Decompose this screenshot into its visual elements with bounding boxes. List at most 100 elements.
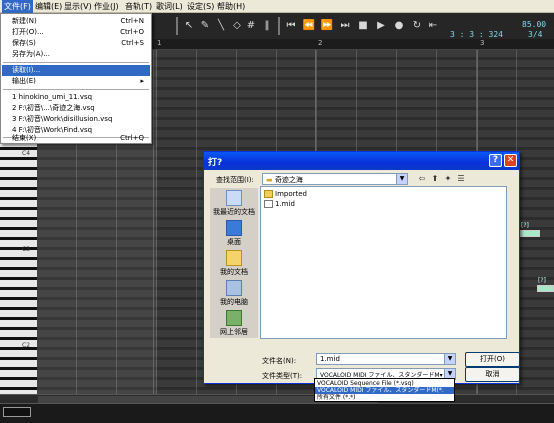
recent-file-1[interactable]: 1 hinokino_umi_11.vsq: [2, 92, 150, 103]
menu-settings[interactable]: 设定(S): [185, 0, 216, 13]
new-folder-icon[interactable]: ✦: [442, 173, 454, 184]
menu-item-exit[interactable]: 结束(X) Ctrl+Q: [2, 133, 150, 144]
menu-item-label: 2 F:\初音\...\奇迹之海.vsq: [12, 104, 95, 112]
recent-file-2[interactable]: 2 F:\初音\...\奇迹之海.vsq: [2, 103, 150, 114]
chevron-down-icon: ▼: [396, 174, 407, 184]
back-icon[interactable]: ⇦: [416, 173, 428, 184]
play-icon[interactable]: ▶: [374, 19, 388, 33]
scroll-icon[interactable]: ⇤: [426, 19, 440, 33]
chevron-down-icon: ▼: [444, 354, 455, 364]
menu-job[interactable]: 作业(J): [92, 0, 121, 13]
stop-icon[interactable]: ■: [356, 19, 370, 33]
note-block[interactable]: [520, 230, 540, 237]
menu-item-shortcut: Ctrl+S: [121, 39, 144, 47]
song-position: 3 : 3 : 324: [450, 30, 503, 39]
octave-label: C2: [22, 342, 31, 349]
menu-help[interactable]: 帮助(H): [215, 0, 247, 13]
toolbar-separator: [278, 17, 280, 35]
menu-lyrics[interactable]: 歌词(L): [154, 0, 185, 13]
menu-item-shortcut: Ctrl+O: [120, 28, 144, 36]
place-label: 桌面: [227, 238, 241, 246]
note-block[interactable]: [537, 285, 554, 292]
place-my-computer[interactable]: 我的电脑: [210, 280, 258, 307]
fast-forward-icon[interactable]: ⏩: [320, 19, 334, 33]
view-menu-icon[interactable]: ☰: [455, 173, 467, 184]
track-selector[interactable]: [3, 407, 31, 417]
menu-item-import[interactable]: 读取(I)...: [2, 65, 150, 76]
file-item[interactable]: 1.mid: [264, 200, 295, 208]
menu-item-open[interactable]: 打开(O)... Ctrl+O: [2, 27, 150, 38]
tempo-display: 85.00: [522, 20, 547, 29]
menu-item-label: 读取(I)...: [12, 66, 41, 74]
my-documents-icon: [226, 250, 242, 266]
desktop-icon: [226, 220, 242, 236]
eraser-tool-icon[interactable]: ◇: [230, 19, 244, 33]
note-lyric: [?]: [521, 222, 529, 229]
place-desktop[interactable]: 桌面: [210, 220, 258, 247]
help-button[interactable]: ?: [489, 154, 502, 167]
measure-tick: 3: [480, 39, 485, 47]
rewind-icon[interactable]: ⏪: [302, 19, 316, 33]
filetype-option[interactable]: VOCALOID Sequence File (*.vsq): [315, 380, 454, 387]
recent-documents-icon: [226, 190, 242, 206]
filetype-option[interactable]: 所有文件 (*.*): [315, 394, 454, 401]
place-my-documents[interactable]: 我的文档: [210, 250, 258, 277]
menu-item-save-as[interactable]: 另存为(A)...: [2, 49, 150, 60]
octave-label: C3: [22, 246, 31, 253]
folder-icon: [264, 190, 273, 198]
menu-track[interactable]: 音轨(T): [123, 0, 154, 13]
go-end-icon[interactable]: ⏭: [338, 19, 352, 33]
line-tool-icon[interactable]: ╲: [214, 19, 228, 33]
menu-edit[interactable]: 编辑(E): [33, 0, 64, 13]
place-recent[interactable]: 我最近的文档: [210, 190, 258, 217]
file-name: Imported: [275, 190, 307, 198]
menu-item-label: 保存(S): [12, 39, 36, 47]
bottom-panel: [0, 394, 554, 423]
menu-item-label: 打开(O)...: [12, 28, 44, 36]
file-menu-dropdown: 新建(N) Ctrl+N 打开(O)... Ctrl+O 保存(S) Ctrl+S 另…: [0, 13, 152, 144]
menu-item-export[interactable]: 输出(E) ▸: [2, 76, 150, 87]
loop-icon[interactable]: ↻: [410, 19, 424, 33]
filename-field[interactable]: 1.mid ▼: [316, 353, 456, 365]
network-icon: [226, 310, 242, 326]
my-computer-icon: [226, 280, 242, 296]
open-button[interactable]: 打开(O): [465, 352, 520, 367]
octave-label: C4: [22, 150, 31, 157]
place-label: 网上邻居: [220, 328, 248, 336]
measure-tick: 1: [157, 39, 162, 47]
look-in-label: 查找范围(I):: [216, 176, 254, 184]
recent-file-3[interactable]: 3 F:\初音\Work\disillusion.vsq: [2, 114, 150, 125]
bar-line: [153, 50, 154, 394]
file-list[interactable]: Imported 1.mid: [260, 186, 507, 339]
cancel-button[interactable]: 取消: [465, 367, 520, 382]
pencil-tool-icon[interactable]: ✎: [198, 19, 212, 33]
go-start-icon[interactable]: ⏮: [284, 19, 298, 33]
place-network[interactable]: 网上邻居: [210, 310, 258, 337]
filename-label: 文件名(N):: [262, 357, 297, 365]
dialog-titlebar[interactable]: 打? ? ✕: [204, 152, 519, 170]
menu-item-label: 输出(E): [12, 77, 36, 85]
pointer-tool-icon[interactable]: ↖: [182, 19, 196, 33]
look-in-combo[interactable]: ▬ 奇迹之海 ▼: [262, 173, 408, 185]
close-button[interactable]: ✕: [504, 154, 517, 167]
grid-icon[interactable]: #: [244, 19, 258, 33]
up-folder-icon[interactable]: ⬆: [429, 173, 441, 184]
place-label: 我最近的文档: [213, 208, 255, 216]
menu-item-save[interactable]: 保存(S) Ctrl+S: [2, 38, 150, 49]
menu-item-new[interactable]: 新建(N) Ctrl+N: [2, 16, 150, 27]
filetype-option[interactable]: VOCALOID MIDI ファイル、スタンダードM(*.: [315, 387, 454, 394]
menu-item-shortcut: Ctrl+Q: [120, 134, 144, 142]
open-file-dialog: 打? ? ✕ 查找范围(I): ▬ 奇迹之海 ▼ ⇦ ⬆ ✦ ☰ 我最近的文档 …: [203, 151, 520, 384]
beat-display: 3/4: [528, 30, 543, 39]
menu-item-label: 新建(N): [12, 17, 37, 25]
menu-separator: [3, 62, 149, 63]
menu-bar: 文件(F) 编辑(E) 显示(V) 作业(J) 音轨(T) 歌词(L) 设定(S…: [0, 0, 554, 13]
midi-file-icon: [264, 200, 273, 208]
menu-view[interactable]: 显示(V): [62, 0, 94, 13]
menu-file[interactable]: 文件(F): [2, 0, 33, 13]
folder-item[interactable]: Imported: [264, 190, 307, 198]
record-icon[interactable]: ●: [392, 19, 406, 33]
place-label: 我的电脑: [220, 298, 248, 306]
snap-icon[interactable]: ‖: [260, 19, 274, 33]
horizontal-scrollbar[interactable]: [0, 395, 554, 404]
